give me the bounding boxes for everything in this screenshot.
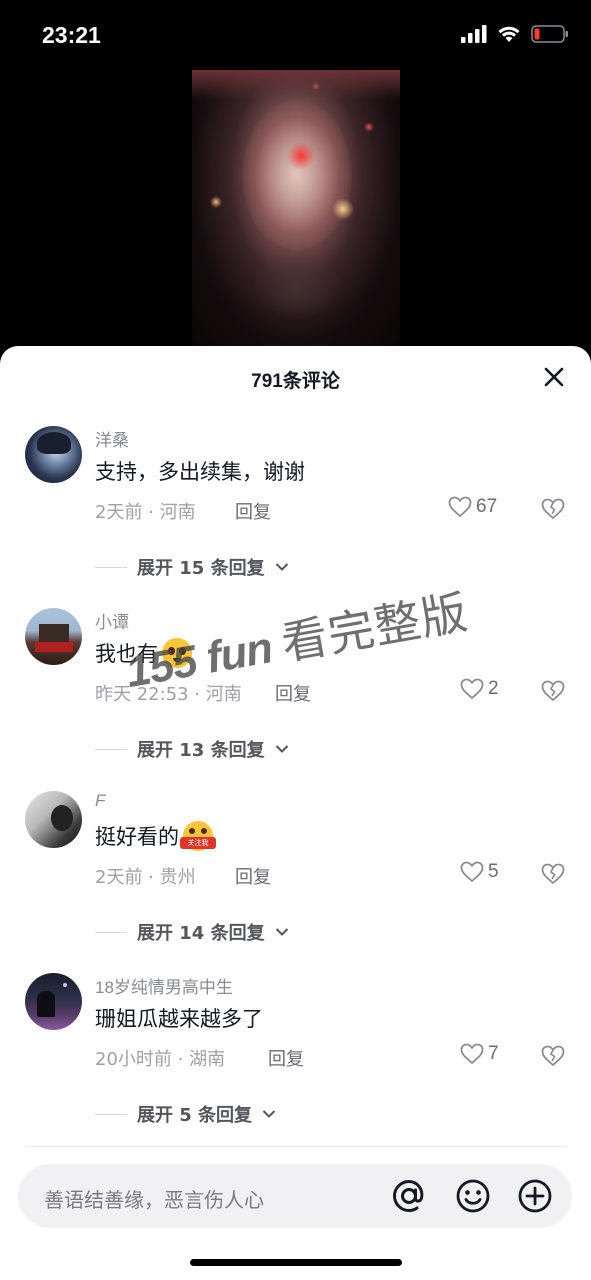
like-count: 7 bbox=[488, 1043, 499, 1064]
avatar[interactable] bbox=[25, 973, 82, 1030]
reply-button[interactable]: 回复 bbox=[235, 863, 271, 889]
comment-text: 挺好看的 关注我 bbox=[95, 821, 216, 851]
heart-icon bbox=[448, 496, 472, 518]
reply-button[interactable]: 回复 bbox=[275, 680, 311, 706]
broken-heart-icon[interactable] bbox=[541, 863, 565, 885]
chevron-down-icon bbox=[262, 1110, 276, 1118]
expand-replies-button[interactable]: 展开 14 条回复 bbox=[95, 919, 289, 945]
comment-text-content: 挺好看的 bbox=[95, 825, 179, 849]
emoji-sticker-text: 关注我 bbox=[180, 837, 216, 849]
comment-input[interactable]: 善语结善缘，恶言伤人心 bbox=[18, 1164, 572, 1228]
like-button[interactable]: 5 bbox=[460, 861, 499, 883]
comment-username[interactable]: F bbox=[95, 791, 105, 811]
like-button[interactable]: 67 bbox=[448, 496, 497, 518]
expand-replies-label: 展开 15 条回复 bbox=[137, 558, 265, 579]
status-bar: 23:21 bbox=[0, 0, 591, 70]
comment-count-title: 791条评论 bbox=[251, 371, 340, 392]
battery-low-icon bbox=[531, 25, 568, 43]
emoji-icon[interactable] bbox=[454, 1177, 492, 1215]
heart-icon bbox=[460, 678, 484, 700]
close-icon[interactable] bbox=[543, 366, 565, 388]
expand-replies-button[interactable]: 展开 5 条回复 bbox=[95, 1101, 276, 1127]
comment-meta: 20小时前 · 湖南 bbox=[95, 1049, 226, 1070]
avatar[interactable] bbox=[25, 791, 82, 848]
sheet-header: 791条评论 bbox=[0, 346, 591, 408]
expand-line bbox=[95, 748, 127, 750]
like-count: 67 bbox=[476, 496, 498, 517]
comment-username[interactable]: 小谭 bbox=[95, 608, 129, 633]
comment-meta: 2天前 · 贵州 bbox=[95, 867, 196, 888]
signal-icon bbox=[461, 25, 487, 43]
expand-line bbox=[95, 1113, 127, 1115]
like-button[interactable]: 2 bbox=[460, 678, 499, 700]
chevron-down-icon bbox=[275, 745, 288, 753]
comment-text-content: 支持，多出续集，谢谢 bbox=[95, 460, 305, 484]
follow-me-sticker-emoji: 关注我 bbox=[180, 821, 216, 851]
heart-icon bbox=[460, 861, 484, 883]
like-count: 5 bbox=[488, 861, 499, 882]
avatar[interactable] bbox=[25, 608, 82, 665]
like-button[interactable]: 7 bbox=[460, 1043, 499, 1065]
comment-username[interactable]: 18岁纯情男高中生 bbox=[95, 973, 233, 998]
status-time: 23:21 bbox=[42, 22, 101, 48]
screen: 23:21 791条评论 洋桑 支持，多出续集，谢谢 2天前 · 河南 回复 6… bbox=[0, 0, 591, 1280]
wifi-icon bbox=[498, 26, 520, 42]
divider bbox=[25, 1146, 566, 1147]
comment-username[interactable]: 洋桑 bbox=[95, 426, 129, 451]
expand-replies-label: 展开 13 条回复 bbox=[137, 740, 265, 761]
expand-replies-button[interactable]: 展开 13 条回复 bbox=[95, 736, 289, 762]
comment-meta: 2天前 · 河南 bbox=[95, 502, 196, 523]
comment-text: 支持，多出续集，谢谢 bbox=[95, 456, 305, 486]
comment-text-content: 珊姐瓜越来越多了 bbox=[95, 1007, 263, 1031]
comment-text: 珊姐瓜越来越多了 bbox=[95, 1003, 263, 1033]
mention-icon[interactable] bbox=[390, 1177, 428, 1215]
like-count: 2 bbox=[488, 678, 499, 699]
reply-button[interactable]: 回复 bbox=[235, 498, 271, 524]
heart-icon bbox=[460, 1043, 484, 1065]
chevron-down-icon bbox=[275, 928, 288, 936]
home-indicator bbox=[190, 1259, 402, 1266]
comment-input-placeholder: 善语结善缘，恶言伤人心 bbox=[44, 1188, 264, 1212]
expand-line bbox=[95, 931, 127, 933]
broken-heart-icon[interactable] bbox=[541, 680, 565, 702]
chevron-down-icon bbox=[275, 563, 288, 571]
add-icon[interactable] bbox=[516, 1177, 554, 1215]
expand-replies-label: 展开 14 条回复 bbox=[137, 923, 265, 944]
expand-line bbox=[95, 566, 127, 568]
broken-heart-icon[interactable] bbox=[541, 1045, 565, 1067]
video-preview[interactable] bbox=[192, 70, 400, 346]
expand-replies-button[interactable]: 展开 15 条回复 bbox=[95, 554, 289, 580]
broken-heart-icon[interactable] bbox=[541, 498, 565, 520]
reply-button[interactable]: 回复 bbox=[268, 1045, 304, 1071]
status-icons bbox=[461, 24, 569, 44]
avatar[interactable] bbox=[25, 426, 82, 483]
expand-replies-label: 展开 5 条回复 bbox=[137, 1105, 253, 1126]
comment-sheet: 791条评论 洋桑 支持，多出续集，谢谢 2天前 · 河南 回复 67 展开 1… bbox=[0, 346, 591, 1280]
